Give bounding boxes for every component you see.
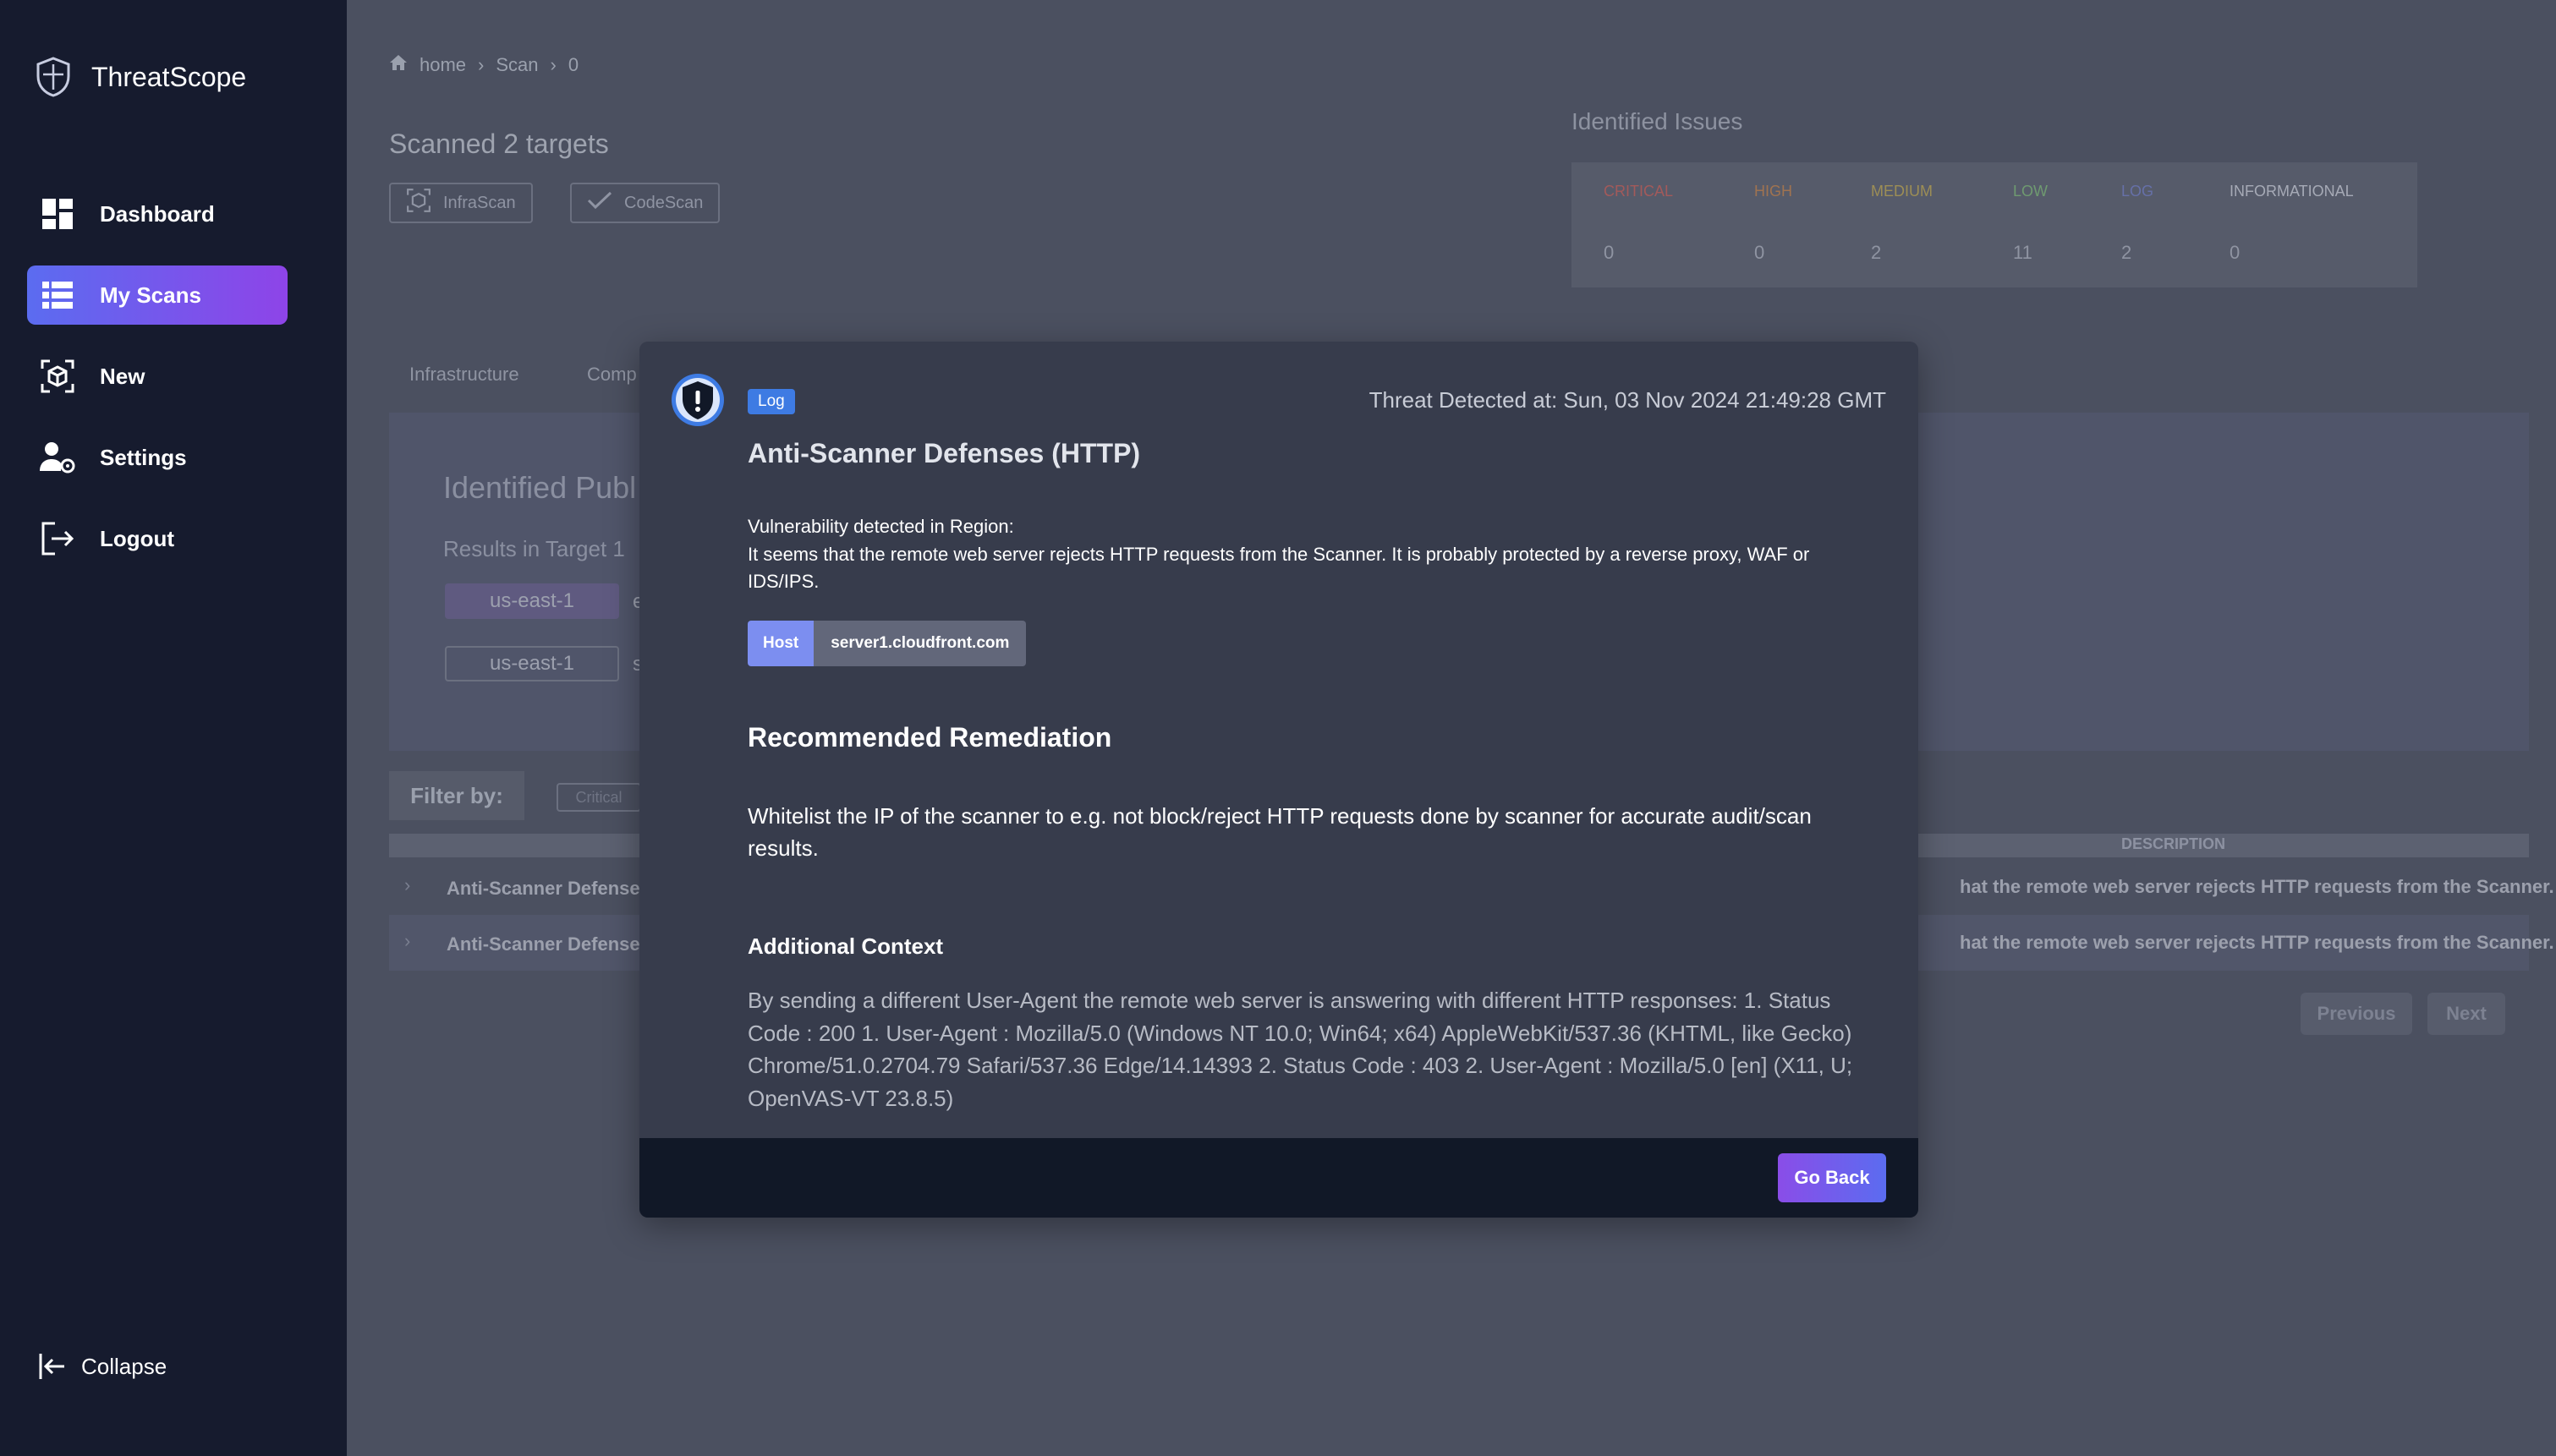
issues-header-medium: MEDIUM xyxy=(1871,183,1933,200)
issues-value-high: 0 xyxy=(1754,242,1765,263)
issues-value-low: 11 xyxy=(2013,242,2032,263)
next-button[interactable]: Next xyxy=(2427,993,2505,1035)
remediation-title: Recommended Remediation xyxy=(748,722,1112,753)
go-back-button[interactable]: Go Back xyxy=(1778,1153,1886,1202)
sidebar-item-logout[interactable]: Logout xyxy=(27,509,288,568)
sidebar-item-my-scans[interactable]: My Scans xyxy=(27,265,288,325)
table-list-icon xyxy=(39,276,76,314)
breadcrumb-scan[interactable]: Scan xyxy=(496,54,538,76)
app-name: ThreatScope xyxy=(91,61,247,92)
issues-header-log: LOG xyxy=(2121,183,2154,200)
identified-issues-title: Identified Issues xyxy=(1571,108,1743,134)
issues-value-log: 2 xyxy=(2121,242,2132,263)
panel-title: Identified Publ xyxy=(443,470,637,505)
row-description: hat the remote web server rejects HTTP r… xyxy=(1960,876,2554,897)
description-column-header: DESCRIPTION xyxy=(2121,835,2226,852)
panel-subtitle: Results in Target 1 xyxy=(443,536,625,561)
brand[interactable]: ThreatScope xyxy=(34,54,246,100)
logout-icon xyxy=(39,520,76,557)
cube-scan-icon xyxy=(39,358,76,395)
row-name: Anti-Scanner Defense xyxy=(447,933,640,955)
issues-value-critical: 0 xyxy=(1604,242,1615,263)
dashboard-icon xyxy=(39,195,76,233)
sidebar-item-new[interactable]: New xyxy=(27,347,288,406)
host-tag-key: Host xyxy=(748,621,815,666)
issues-value-medium: 2 xyxy=(1871,242,1882,263)
host-tag: Host server1.cloudfront.com xyxy=(748,621,1027,666)
sidebar-item-label: Settings xyxy=(100,444,187,470)
remediation-text: Whitelist the IP of the scanner to e.g. … xyxy=(748,803,1812,861)
user-gear-icon xyxy=(39,439,76,476)
additional-context-title: Additional Context xyxy=(748,933,944,959)
filter-label: Filter by: xyxy=(389,771,524,820)
sidebar-item-label: My Scans xyxy=(100,282,201,308)
issues-value-informational: 0 xyxy=(2230,242,2241,263)
check-icon xyxy=(587,190,612,216)
vulnerability-region-label: Vulnerability detected in Region: xyxy=(748,516,1014,537)
shield-logo-icon xyxy=(34,54,73,100)
row-name: Anti-Scanner Defense xyxy=(447,878,640,899)
cube-scan-icon xyxy=(406,188,431,218)
collapse-arrow-icon xyxy=(36,1349,69,1383)
additional-context-text: By sending a different User-Agent the re… xyxy=(748,988,1853,1111)
infrascan-chip[interactable]: InfraScan xyxy=(389,183,533,223)
issues-header-critical: CRITICAL xyxy=(1604,183,1674,200)
sidebar: ThreatScope Dashboard My Scans New Setti… xyxy=(0,0,347,1456)
breadcrumb-current: 0 xyxy=(568,54,579,75)
collapse-button[interactable]: Collapse xyxy=(36,1349,167,1383)
modal-footer: Go Back xyxy=(639,1138,1918,1218)
sidebar-item-label: Logout xyxy=(100,525,175,551)
sidebar-item-label: New xyxy=(100,363,145,389)
chevron-right-icon: › xyxy=(478,54,485,75)
chevron-right-icon[interactable]: › xyxy=(404,874,410,896)
vulnerability-description: It seems that the remote web server reje… xyxy=(748,544,1810,592)
codescan-chip[interactable]: CodeScan xyxy=(570,183,721,223)
threat-detected-timestamp: Threat Detected at: Sun, 03 Nov 2024 21:… xyxy=(1369,387,1886,413)
tab-infrastructure[interactable]: Infrastructure xyxy=(409,364,519,386)
previous-button[interactable]: Previous xyxy=(2301,993,2412,1035)
scanned-targets-title: Scanned 2 targets xyxy=(389,129,609,159)
issues-summary-table: CRITICAL HIGH MEDIUM LOW LOG INFORMATION… xyxy=(1571,162,2417,287)
sidebar-item-label: Dashboard xyxy=(100,200,215,227)
filter-critical-chip[interactable]: Critical xyxy=(557,783,641,812)
breadcrumb: home › Scan › 0 xyxy=(389,54,579,76)
shield-alert-icon xyxy=(670,372,726,428)
host-tag-value: server1.cloudfront.com xyxy=(814,621,1027,666)
issues-header-high: HIGH xyxy=(1754,183,1792,200)
home-icon[interactable] xyxy=(389,54,408,76)
row-description: hat the remote web server rejects HTTP r… xyxy=(1960,932,2554,953)
chip-label: InfraScan xyxy=(443,193,516,212)
chevron-right-icon: › xyxy=(550,54,557,75)
region-chip[interactable]: us-east-1 xyxy=(445,583,619,619)
issues-header-informational: INFORMATIONAL xyxy=(2230,183,2354,200)
threat-title: Anti-Scanner Defenses (HTTP) xyxy=(748,438,1141,468)
collapse-label: Collapse xyxy=(81,1353,167,1379)
chevron-right-icon[interactable]: › xyxy=(404,930,410,952)
issues-header-low: LOW xyxy=(2013,183,2049,200)
threat-detail-modal: Log Threat Detected at: Sun, 03 Nov 2024… xyxy=(639,342,1918,1218)
chip-label: CodeScan xyxy=(624,193,704,212)
tab-comp[interactable]: Comp xyxy=(587,364,637,386)
sidebar-item-dashboard[interactable]: Dashboard xyxy=(27,184,288,244)
severity-badge: Log xyxy=(748,389,795,414)
sidebar-item-settings[interactable]: Settings xyxy=(27,428,288,487)
breadcrumb-home[interactable]: home xyxy=(420,54,466,76)
region-chip[interactable]: us-east-1 xyxy=(445,646,619,681)
